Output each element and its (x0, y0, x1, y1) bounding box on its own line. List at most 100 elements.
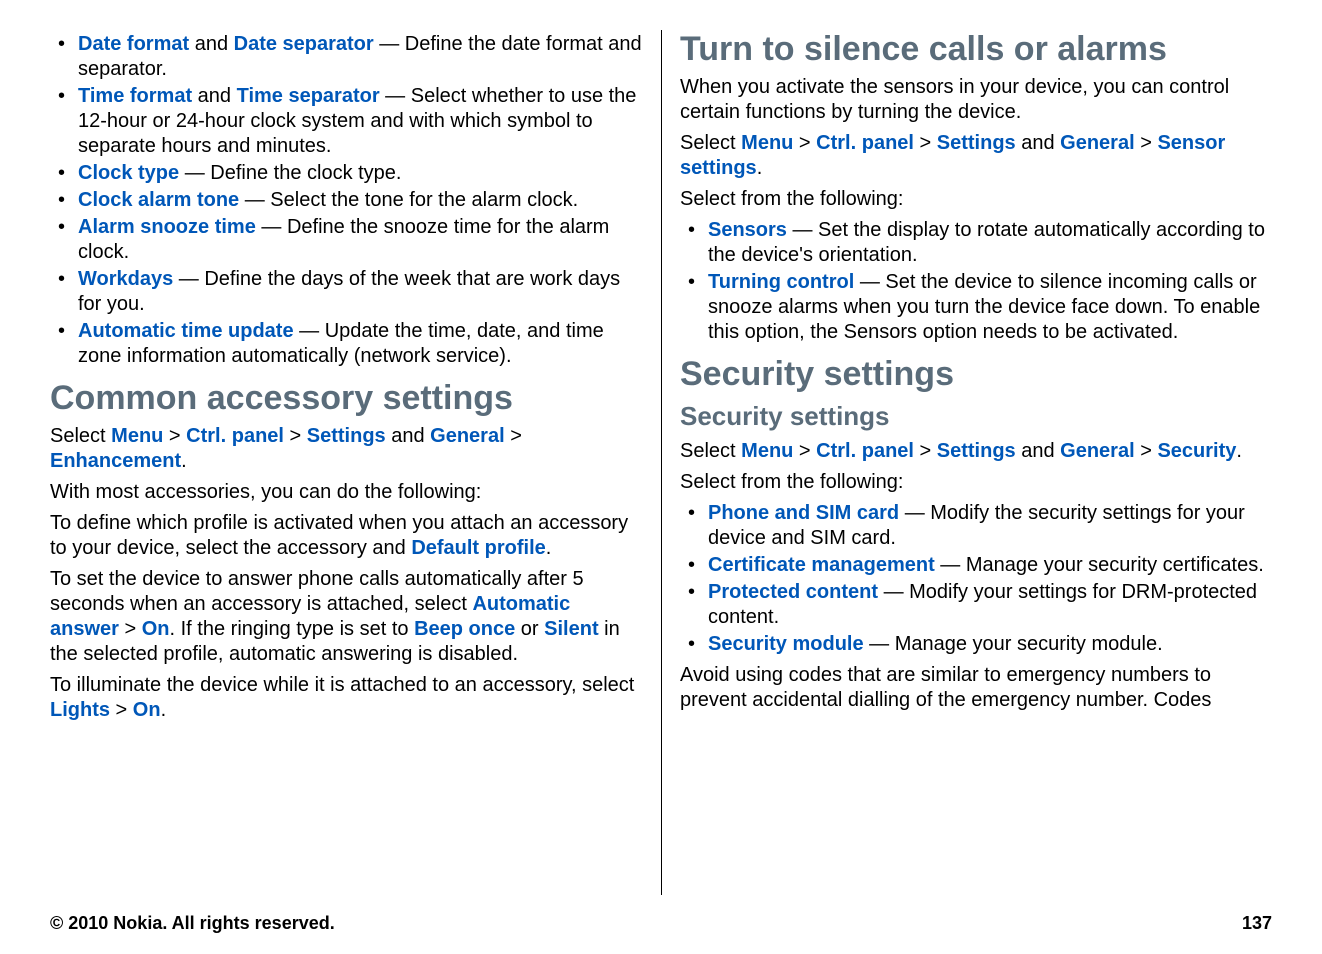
option-link[interactable]: Date format (78, 33, 189, 55)
text: Avoid using codes that are similar to em… (680, 663, 1272, 713)
heading-security-settings: Security settings (680, 355, 1272, 394)
text: and (192, 85, 236, 107)
text: Select (680, 132, 741, 154)
option-link[interactable]: Clock alarm tone (78, 189, 239, 211)
list-item: Date format and Date separator — Define … (50, 32, 643, 82)
option-link[interactable]: Time separator (237, 85, 380, 107)
option-link[interactable]: Protected content (708, 581, 878, 603)
text: To illuminate the device while it is att… (50, 674, 634, 696)
nav-general[interactable]: General (430, 425, 504, 447)
nav-menu[interactable]: Menu (111, 425, 163, 447)
option-link[interactable]: Beep once (414, 618, 515, 640)
separator: > (793, 132, 816, 154)
text: Select from the following: (680, 470, 1272, 495)
text: . (181, 450, 187, 472)
text: Select (680, 440, 741, 462)
option-link[interactable]: Security module (708, 633, 864, 655)
text: and (1016, 132, 1060, 154)
option-link[interactable]: Time format (78, 85, 192, 107)
option-link[interactable]: Turning control (708, 271, 854, 293)
nav-path: Select Menu > Ctrl. panel > Settings and… (50, 424, 643, 474)
text: and (386, 425, 430, 447)
separator: > (914, 440, 937, 462)
nav-ctrl-panel[interactable]: Ctrl. panel (186, 425, 284, 447)
option-link[interactable]: Alarm snooze time (78, 216, 256, 238)
nav-security[interactable]: Security (1157, 440, 1236, 462)
paragraph: To set the device to answer phone calls … (50, 567, 643, 667)
nav-menu[interactable]: Menu (741, 440, 793, 462)
text: and (1016, 440, 1060, 462)
columns: Date format and Date separator — Define … (50, 30, 1272, 895)
text: — Manage your security certificates. (935, 554, 1264, 576)
list-item: Phone and SIM card — Modify the security… (680, 501, 1272, 551)
list-item: Clock alarm tone — Select the tone for t… (50, 188, 643, 213)
text: — Define the clock type. (179, 162, 401, 184)
option-link[interactable]: Clock type (78, 162, 179, 184)
left-column: Date format and Date separator — Define … (50, 30, 661, 895)
footer: © 2010 Nokia. All rights reserved. 137 (50, 895, 1272, 934)
option-link[interactable]: Default profile (411, 537, 545, 559)
option-link[interactable]: Certificate management (708, 554, 935, 576)
text: . If the ringing type is set to (170, 618, 415, 640)
text: . (757, 157, 763, 179)
separator: > (1135, 440, 1158, 462)
separator: > (793, 440, 816, 462)
option-link[interactable]: On (133, 699, 161, 721)
text: . (546, 537, 552, 559)
nav-settings[interactable]: Settings (937, 132, 1016, 154)
text: or (515, 618, 544, 640)
option-link[interactable]: Lights (50, 699, 110, 721)
list-item: Workdays — Define the days of the week t… (50, 267, 643, 317)
sensor-options-list: Sensors — Set the display to rotate auto… (680, 218, 1272, 345)
text: Select from the following: (680, 187, 1272, 212)
paragraph: To illuminate the device while it is att… (50, 673, 643, 723)
text: With most accessories, you can do the fo… (50, 480, 643, 505)
nav-general[interactable]: General (1060, 132, 1134, 154)
list-item: Protected content — Modify your settings… (680, 580, 1272, 630)
security-options-list: Phone and SIM card — Modify the security… (680, 501, 1272, 657)
text: — Set the display to rotate automaticall… (708, 219, 1265, 266)
list-item: Certificate management — Manage your sec… (680, 553, 1272, 578)
subheading-security-settings: Security settings (680, 400, 1272, 433)
nav-ctrl-panel[interactable]: Ctrl. panel (816, 132, 914, 154)
list-item: Alarm snooze time — Define the snooze ti… (50, 215, 643, 265)
option-link[interactable]: Date separator (234, 33, 374, 55)
list-item: Sensors — Set the display to rotate auto… (680, 218, 1272, 268)
text: — Manage your security module. (864, 633, 1163, 655)
text: . (1236, 440, 1242, 462)
text: Select (50, 425, 111, 447)
nav-settings[interactable]: Settings (307, 425, 386, 447)
page-number: 137 (1242, 913, 1272, 934)
list-item: Automatic time update — Update the time,… (50, 319, 643, 369)
nav-path: Select Menu > Ctrl. panel > Settings and… (680, 131, 1272, 181)
nav-settings[interactable]: Settings (937, 440, 1016, 462)
option-link[interactable]: Sensors (708, 219, 787, 241)
date-time-settings-list: Date format and Date separator — Define … (50, 32, 643, 369)
option-link[interactable]: On (142, 618, 170, 640)
option-link[interactable]: Silent (544, 618, 598, 640)
option-link[interactable]: Phone and SIM card (708, 502, 899, 524)
separator: > (119, 618, 142, 640)
nav-general[interactable]: General (1060, 440, 1134, 462)
right-column: Turn to silence calls or alarms When you… (661, 30, 1272, 895)
list-item: Turning control — Set the device to sile… (680, 270, 1272, 345)
list-item: Time format and Time separator — Select … (50, 84, 643, 159)
text: — Select the tone for the alarm clock. (239, 189, 578, 211)
option-link[interactable]: Workdays (78, 268, 173, 290)
nav-menu[interactable]: Menu (741, 132, 793, 154)
separator: > (1135, 132, 1158, 154)
nav-ctrl-panel[interactable]: Ctrl. panel (816, 440, 914, 462)
heading-turn-to-silence: Turn to silence calls or alarms (680, 30, 1272, 69)
page: Date format and Date separator — Define … (0, 0, 1322, 954)
heading-common-accessory-settings: Common accessory settings (50, 379, 643, 418)
paragraph: To define which profile is activated whe… (50, 511, 643, 561)
option-link[interactable]: Automatic time update (78, 320, 294, 342)
copyright-text: © 2010 Nokia. All rights reserved. (50, 913, 335, 934)
separator: > (505, 425, 522, 447)
nav-path: Select Menu > Ctrl. panel > Settings and… (680, 439, 1272, 464)
nav-enhancement[interactable]: Enhancement (50, 450, 181, 472)
text: and (189, 33, 233, 55)
text: When you activate the sensors in your de… (680, 75, 1272, 125)
separator: > (914, 132, 937, 154)
separator: > (163, 425, 186, 447)
